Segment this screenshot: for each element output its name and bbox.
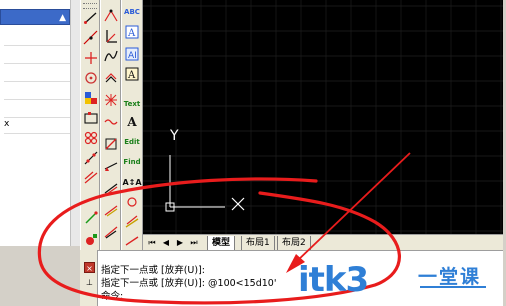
watermark-logo: itk3 一堂课 (298, 256, 498, 304)
text-style-icon[interactable]: A (124, 24, 140, 40)
justify-text-icon[interactable] (124, 194, 140, 210)
rotate-icon[interactable] (103, 136, 119, 152)
close-icon[interactable]: × (84, 262, 95, 273)
move-icon[interactable] (103, 114, 119, 130)
text-toolbar: ABC A AI A Text A Edit Find A↕A (121, 0, 143, 262)
polygon-icon[interactable] (83, 70, 99, 86)
convert-text-icon[interactable] (124, 214, 140, 230)
property-row[interactable] (4, 82, 70, 100)
tab-layout2[interactable]: 布局2 (277, 236, 311, 251)
scale-icon[interactable] (103, 158, 119, 174)
erase-icon[interactable] (103, 8, 119, 24)
ellipse-icon[interactable] (83, 170, 99, 186)
svg-text:A: A (127, 28, 136, 39)
drawing-canvas[interactable]: Y (143, 0, 503, 234)
prev-tab-button[interactable]: ◀ (161, 237, 171, 248)
first-tab-button[interactable]: ⏮ (147, 237, 157, 248)
arc-icon[interactable] (83, 110, 99, 126)
properties-panel: ▲ x (0, 0, 80, 246)
toolbar-grip[interactable] (83, 3, 97, 9)
spline-icon[interactable] (83, 150, 99, 166)
last-tab-button[interactable]: ⏭ (189, 237, 199, 248)
line-icon[interactable] (83, 10, 99, 26)
property-row[interactable] (4, 28, 70, 46)
polyline-icon[interactable] (83, 50, 99, 66)
next-tab-button[interactable]: ▶ (175, 237, 185, 248)
edit-text-icon[interactable]: Edit (124, 134, 140, 150)
mirror-icon[interactable] (103, 48, 119, 64)
tab-model[interactable]: 模型 (207, 236, 236, 251)
single-line-text-icon[interactable]: A (124, 114, 140, 130)
text-mask-icon[interactable] (124, 232, 140, 248)
watermark-brand: itk3 (298, 260, 369, 300)
array-icon[interactable] (103, 92, 119, 108)
stretch-icon[interactable] (103, 180, 119, 196)
ucs-icon (165, 155, 245, 212)
watermark-underline (420, 286, 486, 288)
property-row[interactable] (4, 64, 70, 82)
property-row[interactable]: x (4, 116, 70, 134)
circle-icon[interactable] (83, 130, 99, 146)
svg-text:AI: AI (128, 51, 137, 61)
layout-tab-bar: ⏮ ◀ ▶ ⏭ 模型 布局1 布局2 (143, 234, 503, 251)
spell-check-icon[interactable]: ABC (124, 4, 140, 20)
offset-icon[interactable] (103, 70, 119, 86)
extend-icon[interactable] (103, 224, 119, 240)
scale-text-icon[interactable]: A↕A (122, 174, 141, 190)
dim-text-icon[interactable]: AI (124, 46, 140, 62)
modify-toolbar (100, 0, 121, 262)
collapse-arrow-icon[interactable]: ▲ (59, 11, 66, 25)
watermark-site-name: 一堂课 (418, 266, 482, 288)
property-row[interactable] (4, 46, 70, 64)
insert-block-icon[interactable] (83, 210, 99, 226)
trim-icon[interactable] (103, 202, 119, 218)
construction-line-icon[interactable] (83, 30, 99, 46)
text-icon[interactable]: Text (124, 96, 140, 112)
copy-icon[interactable] (103, 28, 119, 44)
properties-header[interactable]: ▲ (0, 9, 70, 25)
rectangle-icon[interactable] (83, 90, 99, 106)
tab-layout1[interactable]: 布局1 (241, 236, 275, 251)
mtext-icon[interactable]: A (124, 66, 140, 82)
pin-icon[interactable]: ⊥ (86, 278, 93, 287)
draw-toolbar (80, 0, 100, 262)
ucs-y-label: Y (170, 128, 179, 144)
make-block-icon[interactable] (83, 232, 99, 248)
svg-text:A: A (127, 70, 136, 81)
properties-scrollbar[interactable] (70, 0, 80, 246)
find-replace-icon[interactable]: Find (123, 154, 140, 170)
